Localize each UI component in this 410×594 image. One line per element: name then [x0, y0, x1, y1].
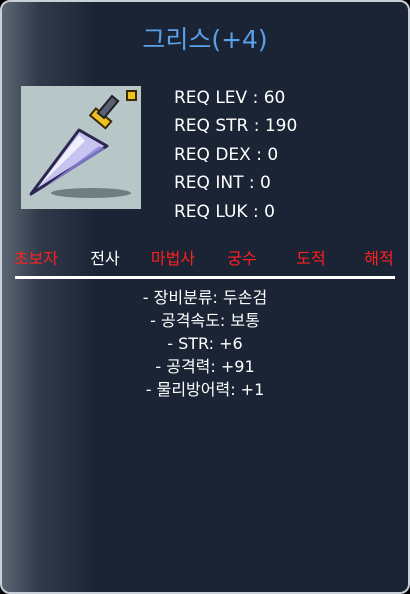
divider [15, 276, 395, 279]
stat-str: - STR: +6 [167, 334, 243, 353]
job-magician: 마법사 [150, 249, 196, 268]
stat-equip-type: - 장비분류: 두손검 [142, 288, 268, 307]
job-archer: 궁수 [227, 249, 257, 268]
greatsword-icon [29, 90, 137, 198]
item-name: 그리스(+4) [142, 25, 268, 54]
req-int: REQ INT : 0 [174, 173, 271, 194]
requirements-list: REQ LEV : 60 REQ STR : 190 REQ DEX : 0 R… [174, 84, 297, 226]
item-stats: - 장비분류: 두손검 - 공격속도: 보통 - STR: +6 - 공격력: … [2, 286, 408, 401]
job-pirate: 해적 [364, 249, 394, 268]
req-dex: REQ DEX : 0 [174, 144, 279, 165]
item-tooltip: 그리스(+4) REQ LEV : 60 REQ STR : 190 REQ D… [0, 0, 410, 594]
req-luk: REQ LUK : 0 [174, 201, 275, 222]
req-level: REQ LEV : 60 [174, 88, 286, 108]
job-warrior: 전사 [90, 249, 120, 268]
job-thief: 도적 [296, 249, 326, 268]
req-str: REQ STR : 190 [174, 116, 298, 137]
job-beginner: 초보자 [13, 249, 59, 268]
job-row: 초보자 전사 마법사 궁수 도적 해적 [2, 245, 408, 269]
item-image-box [21, 86, 141, 209]
stat-attack: - 공격력: +91 [155, 357, 255, 376]
stat-attack-speed: - 공격속도: 보통 [150, 311, 260, 330]
stat-defense: - 물리방어력: +1 [145, 380, 265, 399]
